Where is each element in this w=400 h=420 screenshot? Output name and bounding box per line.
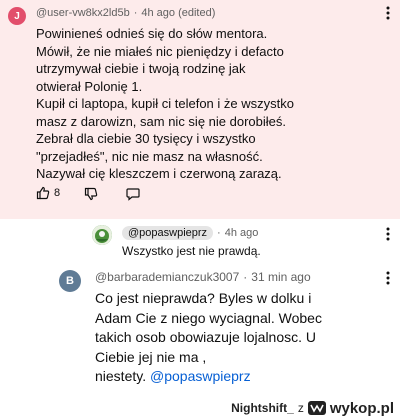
comment-line: Powinieneś odnieś się do słów mentora. (36, 26, 268, 41)
watermark-site: wykop.pl (329, 399, 394, 417)
comment-time: 4h ago (edited) (141, 7, 216, 19)
comment-line: Mówił, że nie miałeś nic pieniędzy i def… (36, 43, 284, 59)
reply-meta: @popaswpieprz · 4h ago (122, 226, 258, 240)
wykop-watermark: Nightshift_ z wykop.pl (231, 399, 394, 417)
comment-line: Ciebie jej nie ma , (95, 348, 207, 365)
avatar-letter: B (66, 275, 74, 287)
avatar[interactable] (92, 225, 112, 245)
watermark-user: Nightshift_ (231, 401, 294, 415)
more-options-icon[interactable] (383, 226, 393, 242)
watermark-separator: z (297, 401, 304, 415)
thumbs-up-icon[interactable] (36, 186, 50, 200)
comment-line: otwierał Polonię 1. (36, 78, 143, 94)
comment-author[interactable]: @barbarademianczuk3007 (95, 270, 239, 284)
avatar[interactable]: J (8, 7, 26, 25)
comment-text: Powinieneś odnieś się do słów mentora. M… (36, 25, 294, 183)
like-count: 8 (54, 187, 61, 199)
avatar-letter: J (14, 10, 20, 22)
thumbs-down-icon[interactable] (84, 187, 98, 201)
comment-meta: @barbarademianczuk3007 · 31 min ago (95, 270, 311, 284)
comment-line: utrzymywał ciebie i twoją rodzinę jak (36, 61, 246, 76)
comment-line: Co jest nieprawda? Byles w dolku i (95, 290, 312, 306)
reply-icon[interactable] (126, 187, 140, 201)
comment-line: Zebrał dla ciebie 30 tysięcy i wszystko (36, 131, 256, 146)
comment-meta: @user-vw8kx2ld5b · 4h ago (edited) (36, 7, 216, 19)
reply-text: Wszystko jest nie prawdą. (122, 243, 261, 261)
mention-link[interactable]: @popaswpieprz (150, 368, 251, 384)
reply-line: Wszystko jest nie prawdą. (122, 244, 261, 258)
comment-line: Nazywał cię kleszczem i czerwoną zarazą. (36, 166, 282, 181)
comment-line: takich osob obowiazuje lojalnosc. U (95, 329, 317, 345)
comment-text-fragment: niestety. (95, 368, 150, 384)
avatar-image (92, 225, 112, 245)
comment-line: masz z darowizn, sam nic się nie dorobił… (36, 113, 286, 129)
more-options-icon[interactable] (383, 270, 393, 286)
comment-author[interactable]: @user-vw8kx2ld5b (36, 7, 130, 19)
comment-time: 31 min ago (251, 270, 311, 284)
reply-author[interactable]: @popaswpieprz (122, 226, 214, 240)
comment-line: "przejadłeś", nic nie masz na własność. (36, 148, 263, 164)
more-options-icon[interactable] (383, 5, 393, 21)
comment-line: Adam Cie z niego wyciagnal. Wobec (95, 309, 322, 326)
comment-line: Kupił ci laptopa, kupił ci telefon i że … (36, 96, 294, 111)
avatar[interactable]: B (59, 270, 81, 292)
wykop-logo-icon (307, 401, 326, 415)
comment-text: Co jest nieprawda? Byles w dolku i Adam … (95, 289, 322, 387)
reply-time: 4h ago (224, 227, 259, 239)
comment-line-last: niestety. @popaswpieprz (95, 367, 322, 387)
